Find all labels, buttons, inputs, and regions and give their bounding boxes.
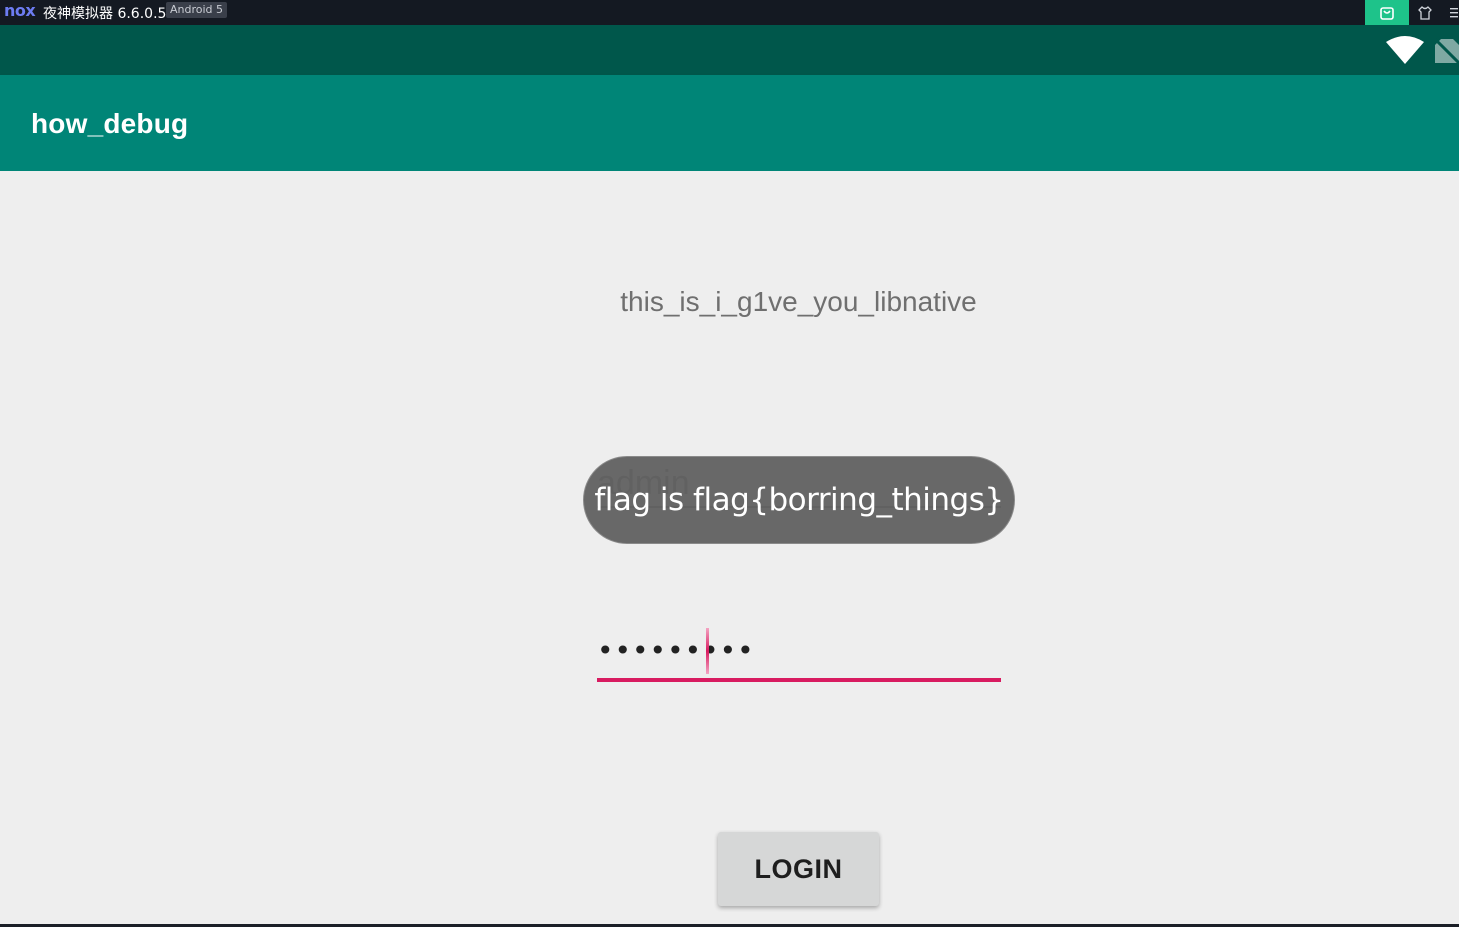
emulator-titlebar: nox 夜神模拟器 6.6.0.5 Android 5: [0, 0, 1459, 25]
no-sim-icon: [1435, 37, 1459, 63]
toast-message: flag is flag{borring_things}: [583, 456, 1015, 544]
login-button[interactable]: LOGIN: [718, 832, 879, 906]
android-status-bar: [0, 25, 1459, 75]
nox-logo: nox: [4, 1, 36, 20]
wifi-icon: [1386, 36, 1424, 64]
android-version-badge: Android 5: [166, 2, 228, 18]
shirt-icon: [1418, 5, 1432, 20]
menu-icon: [1450, 7, 1458, 17]
emulator-title: 夜神模拟器 6.6.0.5: [43, 6, 167, 22]
password-value: •••••••••: [597, 634, 755, 667]
text-cursor: [706, 628, 709, 674]
menu-button[interactable]: [1441, 0, 1459, 25]
login-screen: this_is_i_g1ve_you_libnative admin •••••…: [0, 171, 1459, 924]
skin-button[interactable]: [1409, 0, 1441, 25]
app-title: how_debug: [31, 108, 189, 139]
password-underline: [597, 678, 1001, 682]
native-string-label: this_is_i_g1ve_you_libnative: [620, 286, 977, 317]
store-button[interactable]: [1365, 0, 1409, 25]
password-field[interactable]: •••••••••: [597, 626, 1001, 686]
app-toolbar: how_debug: [0, 75, 1459, 171]
store-bag-icon: [1380, 6, 1394, 20]
